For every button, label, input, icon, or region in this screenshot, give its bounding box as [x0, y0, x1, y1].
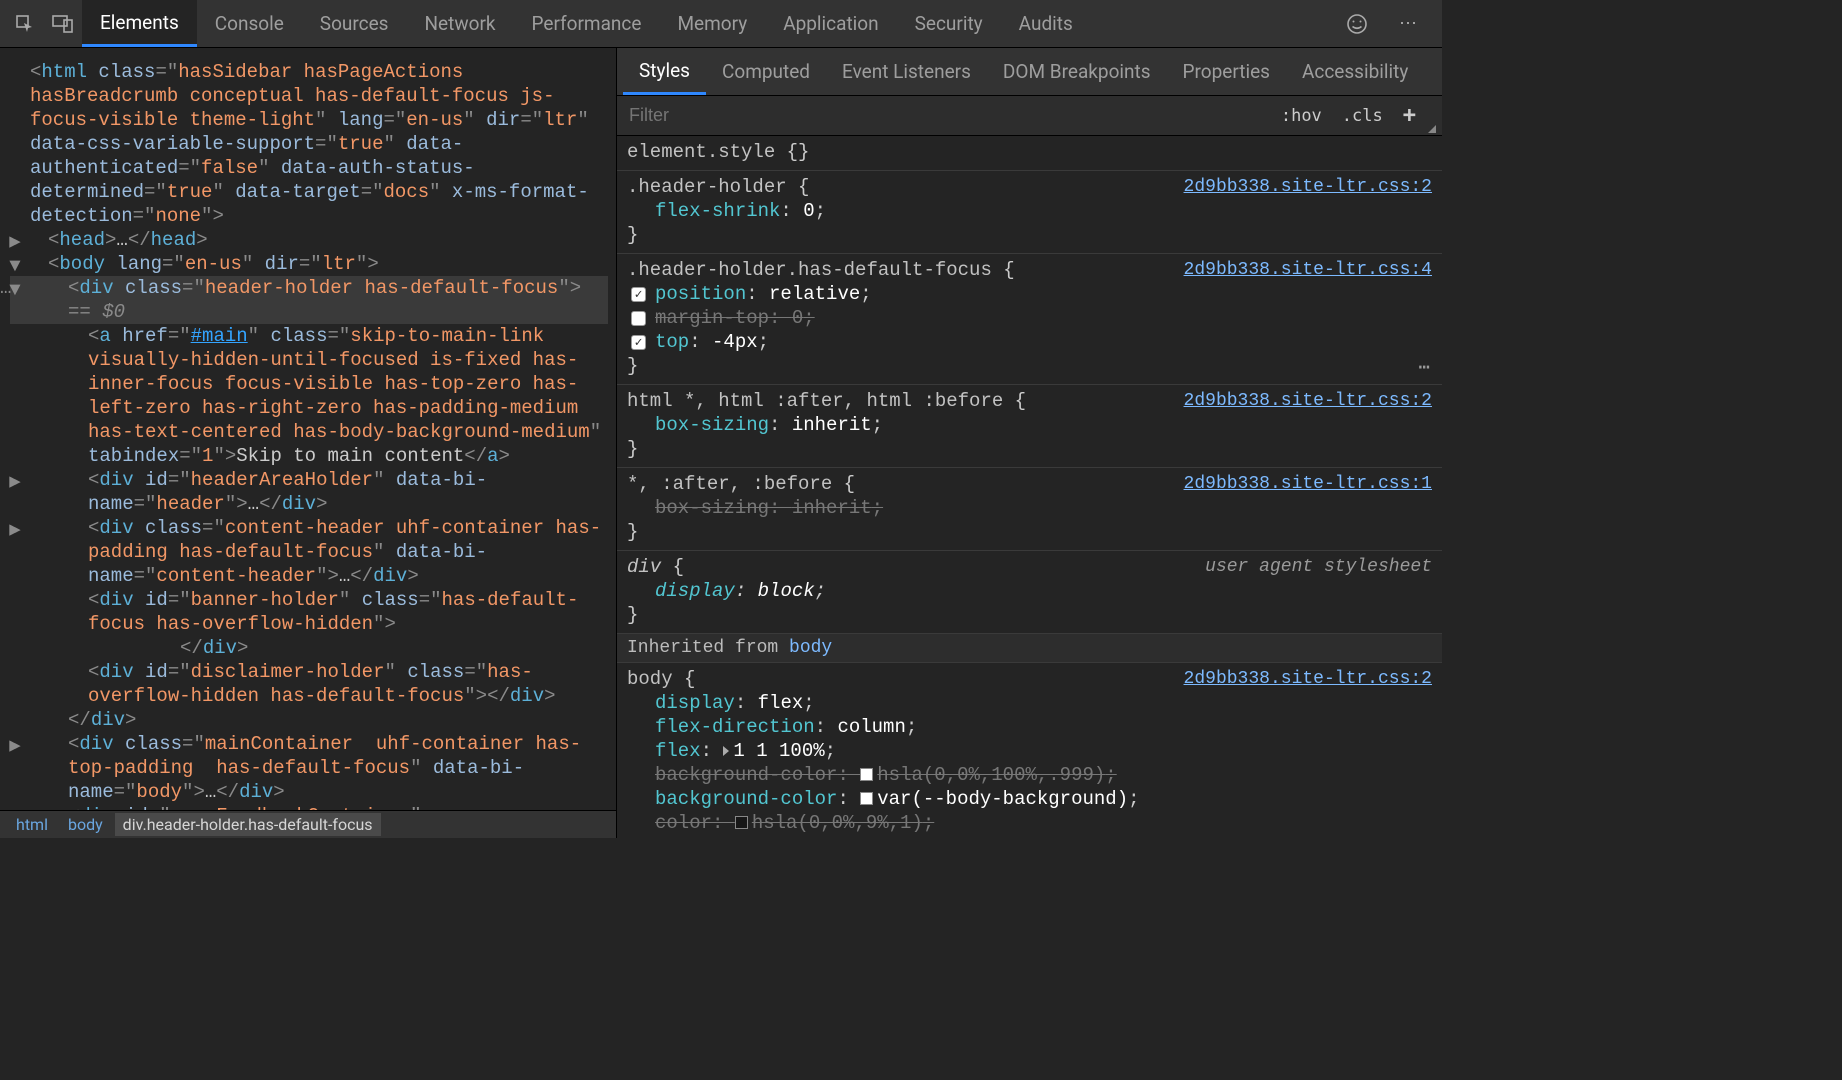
elements-panel: <html class="hasSidebar hasPageActions h… — [0, 48, 617, 838]
style-declaration[interactable]: flex-direction: column; — [627, 715, 1432, 739]
tab-elements[interactable]: Elements — [82, 0, 197, 47]
dom-tree[interactable]: <html class="hasSidebar hasPageActions h… — [0, 48, 616, 810]
style-declaration[interactable]: top: -4px; — [627, 330, 1432, 354]
breadcrumb-item[interactable]: html — [8, 813, 56, 836]
breadcrumb: htmlbodydiv.header-holder.has-default-fo… — [0, 810, 616, 838]
more-actions-icon[interactable]: ⋯ — [1419, 356, 1432, 380]
source-link[interactable]: 2d9bb338.site-ltr.css:4 — [1184, 258, 1432, 282]
main-tabs: ElementsConsoleSourcesNetworkPerformance… — [82, 0, 1091, 47]
source-link[interactable]: 2d9bb338.site-ltr.css:2 — [1184, 389, 1432, 413]
subtab-dom-breakpoints[interactable]: DOM Breakpoints — [987, 48, 1167, 95]
color-swatch-icon[interactable] — [860, 768, 873, 781]
expand-toggle-icon[interactable]: ▼ — [8, 278, 22, 302]
color-swatch-icon[interactable] — [735, 816, 748, 829]
source-link[interactable]: 2d9bb338.site-ltr.css:2 — [1184, 175, 1432, 199]
filter-bar: :hov .cls + — [617, 96, 1442, 136]
tab-memory[interactable]: Memory — [659, 0, 765, 47]
cls-toggle[interactable]: .cls — [1332, 106, 1393, 126]
property-checkbox[interactable] — [631, 335, 646, 350]
style-declaration[interactable]: color: hsla(0,0%,9%,1); — [627, 811, 1432, 835]
source-link[interactable]: 2d9bb338.site-ltr.css:2 — [1184, 667, 1432, 691]
style-declaration[interactable]: flex: 1 1 100%; — [627, 739, 1432, 763]
tab-application[interactable]: Application — [765, 0, 896, 47]
workspace: <html class="hasSidebar hasPageActions h… — [0, 48, 1442, 838]
subtab-event-listeners[interactable]: Event Listeners — [826, 48, 987, 95]
inherited-header: Inherited from body — [617, 634, 1442, 663]
style-declaration[interactable]: background-color: hsla(0,0%,100%,.999); — [627, 763, 1432, 787]
tab-performance[interactable]: Performance — [514, 0, 660, 47]
source-link: user agent stylesheet — [1205, 555, 1432, 579]
tab-network[interactable]: Network — [406, 0, 513, 47]
devtools-toolbar: ElementsConsoleSourcesNetworkPerformance… — [0, 0, 1442, 48]
style-declaration[interactable]: box-sizing: inherit; — [627, 496, 1432, 520]
style-rule[interactable]: 2d9bb338.site-ltr.css:2.header-holder {f… — [617, 171, 1442, 254]
hov-toggle[interactable]: :hov — [1271, 106, 1332, 126]
smiley-icon[interactable] — [1338, 5, 1376, 43]
tab-security[interactable]: Security — [897, 0, 1001, 47]
breadcrumb-item[interactable]: body — [60, 813, 111, 836]
subtab-properties[interactable]: Properties — [1167, 48, 1286, 95]
expand-toggle-icon[interactable]: ▼ — [8, 254, 22, 278]
more-menu-icon[interactable]: ⋯ — [1390, 5, 1428, 43]
styles-list[interactable]: element.style {}2d9bb338.site-ltr.css:2.… — [617, 136, 1442, 838]
inherited-from-link[interactable]: body — [789, 638, 832, 658]
expand-shorthand-icon[interactable] — [723, 746, 729, 756]
tab-audits[interactable]: Audits — [1001, 0, 1091, 47]
style-declaration[interactable]: box-sizing: inherit; — [627, 413, 1432, 437]
expand-corner-icon[interactable] — [1428, 125, 1436, 133]
tab-sources[interactable]: Sources — [302, 0, 407, 47]
style-rule[interactable]: 2d9bb338.site-ltr.css:1*, :after, :befor… — [617, 468, 1442, 551]
color-swatch-icon[interactable] — [860, 792, 873, 805]
style-rule[interactable]: 2d9bb338.site-ltr.css:2html *, html :aft… — [617, 385, 1442, 468]
property-checkbox[interactable] — [631, 311, 646, 326]
filter-input[interactable] — [617, 96, 1271, 135]
style-declaration[interactable]: background-color: var(--body-background)… — [627, 787, 1432, 811]
expand-toggle-icon[interactable]: ▶ — [8, 518, 22, 542]
property-checkbox[interactable] — [631, 287, 646, 302]
sub-tabs: StylesComputedEvent ListenersDOM Breakpo… — [617, 48, 1442, 96]
subtab-computed[interactable]: Computed — [706, 48, 826, 95]
style-rule[interactable]: 2d9bb338.site-ltr.css:2body {display: fl… — [617, 663, 1442, 838]
breadcrumb-item[interactable]: div.header-holder.has-default-focus — [115, 813, 381, 836]
expand-toggle-icon[interactable]: ▶ — [8, 470, 22, 494]
style-declaration[interactable]: margin-top: 0; — [627, 306, 1432, 330]
source-link[interactable]: 2d9bb338.site-ltr.css:1 — [1184, 472, 1432, 496]
style-declaration[interactable]: display: block; — [627, 579, 1432, 603]
style-declaration[interactable]: display: flex; — [627, 691, 1432, 715]
style-rule[interactable]: 2d9bb338.site-ltr.css:4.header-holder.ha… — [617, 254, 1442, 385]
subtab-styles[interactable]: Styles — [623, 48, 706, 95]
style-declaration[interactable]: flex-shrink: 0; — [627, 199, 1432, 223]
new-style-rule-button[interactable]: + — [1393, 103, 1426, 128]
style-rule[interactable]: user agent stylesheetdiv {display: block… — [617, 551, 1442, 634]
style-declaration[interactable]: position: relative; — [627, 282, 1432, 306]
tab-console[interactable]: Console — [197, 0, 302, 47]
inspect-element-icon[interactable] — [6, 5, 44, 43]
device-toggle-icon[interactable] — [44, 5, 82, 43]
styles-panel: StylesComputedEvent ListenersDOM Breakpo… — [617, 48, 1442, 838]
subtab-accessibility[interactable]: Accessibility — [1286, 48, 1424, 95]
style-rule[interactable]: element.style {} — [617, 136, 1442, 171]
expand-toggle-icon[interactable]: ▶ — [8, 230, 22, 254]
expand-toggle-icon[interactable]: ▶ — [8, 734, 22, 758]
